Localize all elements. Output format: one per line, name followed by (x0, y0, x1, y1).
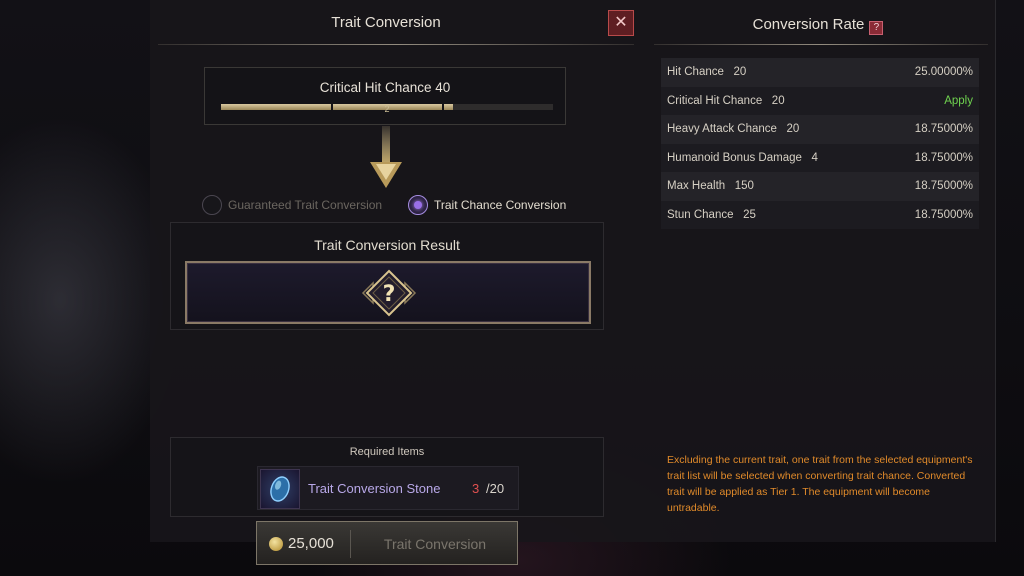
current-trait-box: Critical Hit Chance 40 2 (204, 67, 566, 125)
guaranteed-trait-conversion-label: Guaranteed Trait Conversion (228, 198, 383, 212)
trait-chance-conversion-label: Trait Chance Conversion (434, 198, 567, 212)
title-divider (158, 44, 634, 45)
conversion-rate-row: Max Health 150 18.75000% (661, 172, 979, 201)
trait-name: Hit Chance 20 (667, 66, 747, 78)
conversion-rate-title: Conversion Rate? (652, 16, 984, 35)
conversion-chance: 18.75000% (914, 208, 973, 221)
required-item-name: Trait Conversion Stone (308, 481, 441, 496)
conversion-chance: 18.75000% (914, 151, 973, 164)
trait-conversion-result-panel: Trait Conversion Result ? (170, 222, 604, 330)
conversion-rate-row: Stun Chance 25 18.75000% (661, 200, 979, 229)
guaranteed-trait-conversion-radio[interactable]: Guaranteed Trait Conversion (202, 194, 382, 216)
required-item-need: /20 (486, 481, 505, 496)
conversion-rate-row: Critical Hit Chance 20 Apply (661, 86, 979, 115)
help-icon[interactable]: ? (869, 21, 884, 35)
trait-name: Critical Hit Chance 20 (667, 94, 785, 107)
current-trait-label: Critical Hit Chance 40 (319, 80, 451, 95)
conversion-chance: 18.75000% (914, 180, 973, 192)
conversion-rate-row: Humanoid Bonus Damage 4 18.75000% (661, 143, 979, 172)
applied-status: Apply (944, 94, 973, 107)
result-slot: ? (185, 261, 591, 324)
radio-dot-selected (408, 195, 428, 215)
close-icon: ✕ (614, 14, 628, 31)
button-divider (350, 530, 351, 558)
bar-segment-divider (331, 102, 333, 112)
trait-chance-conversion-radio[interactable]: Trait Chance Conversion (408, 194, 566, 216)
conversion-rate-row: Hit Chance 20 25.00000% (661, 58, 979, 87)
required-items-panel: Required Items Trait Conversion Stone 3 … (170, 437, 604, 517)
trait-level-bar-fill (221, 104, 454, 110)
question-mark-icon: ? (361, 269, 417, 317)
bar-segment-divider (442, 102, 444, 112)
required-item-have: 3 (472, 481, 480, 496)
trait-name: Max Health 150 (667, 180, 754, 192)
conversion-chance: 18.75000% (914, 123, 973, 135)
conversion-note: Excluding the current trait, one trait f… (667, 454, 973, 514)
trait-bar-marker: 2 (384, 104, 390, 114)
trait-name: Heavy Attack Chance 20 (667, 123, 800, 135)
conversion-rate-table: Hit Chance 20 25.00000% Critical Hit Chanc… (661, 58, 979, 229)
conversion-rate-title-text: Conversion Rate (752, 16, 865, 33)
trait-conversion-title: Trait Conversion (331, 14, 441, 31)
conversion-cost: 25,000 (288, 535, 334, 552)
conversion-chance: 25.00000% (914, 66, 973, 78)
down-arrow-icon (370, 126, 402, 188)
required-item-slot[interactable]: Trait Conversion Stone 3 /20 (257, 466, 519, 510)
required-items-title: Required Items (349, 446, 425, 458)
conversion-rate-row: Heavy Attack Chance 20 18.75000% (661, 115, 979, 144)
svg-text:?: ? (383, 282, 396, 307)
result-title: Trait Conversion Result (314, 237, 460, 253)
trait-conversion-button[interactable]: 25,000 Trait Conversion (256, 521, 518, 565)
silver-coin-icon (269, 537, 283, 551)
radio-dot (202, 195, 222, 215)
trait-name: Humanoid Bonus Damage 4 (667, 151, 818, 164)
title-divider (654, 44, 988, 45)
trait-conversion-button-label: Trait Conversion (383, 536, 487, 552)
close-button[interactable]: ✕ (608, 10, 634, 36)
trait-name: Stun Chance 25 (667, 208, 756, 221)
gem-icon (260, 469, 300, 509)
